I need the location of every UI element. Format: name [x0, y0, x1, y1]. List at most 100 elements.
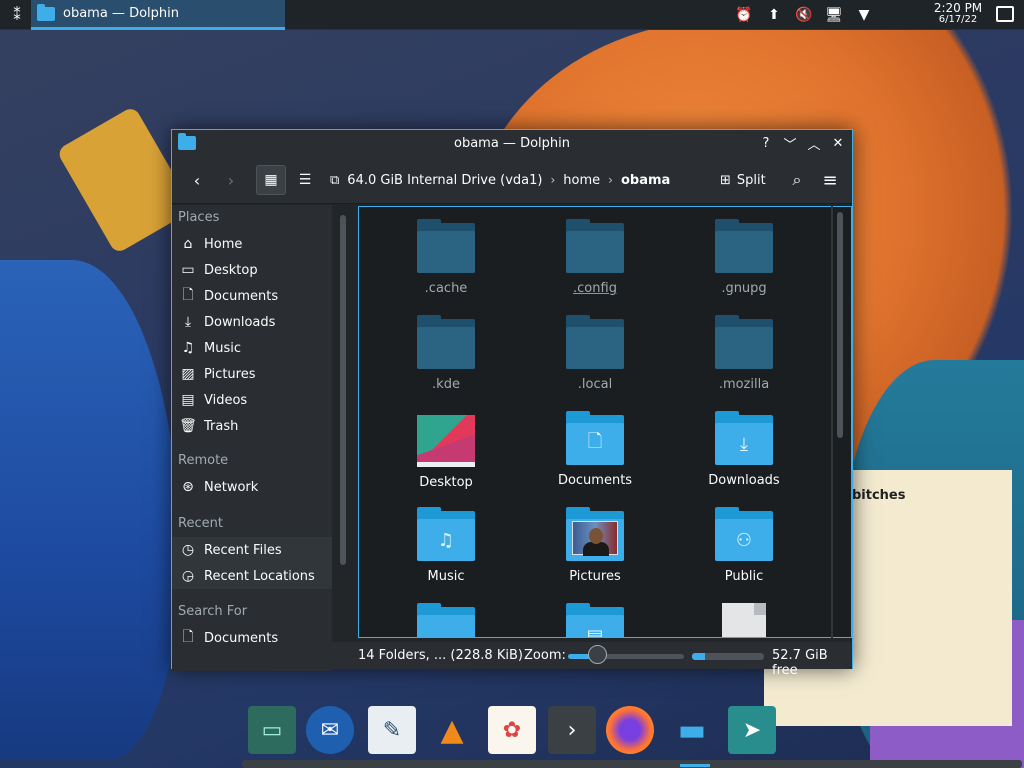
clock[interactable]: 2:20 PM 6/17/22: [926, 1, 990, 25]
file-item[interactable]: [684, 603, 804, 637]
file-item[interactable]: 🗋 Documents: [535, 411, 655, 488]
free-space-bar: [692, 653, 764, 660]
photo-thumbnail: [572, 521, 618, 556]
places-item-network[interactable]: ⊛ Network: [172, 474, 332, 500]
clock-time: 2:20 PM: [933, 1, 983, 15]
chevron-right-icon: ›: [608, 173, 613, 187]
places-item-documents[interactable]: 🗋 Documents: [172, 283, 332, 309]
dolphin-window: obama — Dolphin ? ﹀ ︿ ✕ ‹ › ▦ ☰ ⧉ 64.0 G…: [171, 129, 853, 678]
network-icon[interactable]: 🖥: [824, 5, 844, 25]
alarm-icon[interactable]: ⏰: [734, 5, 754, 25]
titlebar[interactable]: obama — Dolphin ? ﹀ ︿ ✕: [172, 130, 852, 156]
folder-icon: [37, 3, 55, 21]
places-item-label: Documents: [204, 288, 279, 304]
icons-view-icon[interactable]: ▦: [256, 165, 286, 195]
vlc-icon[interactable]: ▲: [428, 706, 476, 754]
places-item-desktop[interactable]: ▭ Desktop: [172, 257, 332, 283]
file-item[interactable]: .gnupg: [684, 219, 804, 296]
places-item-recent-files[interactable]: ◷ Recent Files: [172, 537, 332, 563]
update-icon[interactable]: ⬆: [764, 5, 784, 25]
file-name: .kde: [432, 377, 460, 392]
back-icon[interactable]: ‹: [182, 165, 212, 195]
places-scrollbar[interactable]: [340, 215, 346, 565]
places-item-trash[interactable]: 🗑 Trash: [172, 413, 332, 439]
places-item-label: Trash: [204, 418, 239, 434]
pictures-icon: ▨: [181, 366, 195, 382]
wallpaper-blue-shape: [0, 260, 180, 760]
view-scrollbar-track: [831, 206, 833, 638]
text-editor-icon[interactable]: ✎: [368, 706, 416, 754]
maximize-icon[interactable]: ︿: [806, 134, 822, 153]
hamburger-menu-icon[interactable]: ≡: [816, 165, 844, 195]
text-file-icon: [722, 603, 766, 637]
details-view-icon[interactable]: ☰: [290, 165, 320, 195]
file-item[interactable]: Desktop: [386, 415, 506, 490]
file-item[interactable]: [386, 603, 506, 637]
section-places: Places: [178, 210, 220, 225]
file-item[interactable]: .local: [535, 315, 655, 392]
dolphin-app-icon[interactable]: [178, 133, 196, 150]
file-name: Pictures: [569, 569, 621, 584]
folder-icon: [417, 315, 475, 369]
file-item[interactable]: .kde: [386, 315, 506, 392]
forward-icon[interactable]: ›: [216, 165, 246, 195]
file-item[interactable]: .config: [535, 219, 655, 296]
file-name: Downloads: [708, 473, 780, 488]
places-item-label: Downloads: [204, 314, 276, 330]
places-item-videos[interactable]: ▤ Videos: [172, 387, 332, 413]
view-scrollbar[interactable]: [837, 212, 843, 438]
file-item[interactable]: ♫ Music: [386, 507, 506, 584]
file-item[interactable]: .mozilla: [684, 315, 804, 392]
file-item[interactable]: Pictures: [535, 507, 655, 584]
desktop-thumbnail-icon: [417, 415, 475, 467]
drive-icon[interactable]: ⧉: [330, 173, 339, 188]
places-item-recent-locations[interactable]: ◶ Recent Locations: [172, 563, 332, 589]
trash-icon: 🗑: [179, 418, 197, 434]
breadcrumb-home[interactable]: home: [563, 173, 600, 188]
app-launcher-icon[interactable]: ⁑: [6, 4, 28, 26]
expand-icon[interactable]: ▼: [854, 5, 874, 25]
file-item[interactable]: ⤓ Downloads: [684, 411, 804, 488]
music-icon: ♫: [181, 340, 195, 356]
thunderbird-icon[interactable]: ✉: [306, 706, 354, 754]
volume-muted-icon[interactable]: 🔇: [794, 5, 814, 25]
section-remote: Remote: [178, 453, 229, 468]
show-desktop-icon[interactable]: [996, 6, 1014, 22]
places-item-label: Music: [204, 340, 241, 356]
places-item-music[interactable]: ♫ Music: [172, 335, 332, 361]
minimize-icon[interactable]: ﹀: [782, 134, 798, 153]
folder-icon: [715, 315, 773, 369]
breadcrumb: ⧉ 64.0 GiB Internal Drive (vda1) › home …: [330, 165, 670, 195]
places-item-pictures[interactable]: ▨ Pictures: [172, 361, 332, 387]
places-item-home[interactable]: ⌂ Home: [172, 231, 332, 257]
split-button[interactable]: ⊞ Split: [720, 165, 766, 195]
section-recent: Recent: [178, 516, 223, 531]
file-view[interactable]: .cache .config .gnupg .kde .local .mozil…: [358, 206, 852, 638]
terminal-icon[interactable]: ›: [548, 706, 596, 754]
file-item[interactable]: ▤: [535, 603, 655, 637]
file-name: .config: [573, 281, 617, 296]
places-item-label: Pictures: [204, 366, 256, 382]
file-item[interactable]: ⚇ Public: [684, 507, 804, 584]
status-bar: 14 Folders, ... (228.8 KiB) Zoom: 52.7 G…: [172, 642, 852, 678]
help-icon[interactable]: ?: [758, 134, 774, 152]
file-name: .gnupg: [721, 281, 767, 296]
section-search-for: Search For: [178, 604, 248, 619]
zoom-slider[interactable]: [568, 654, 684, 659]
places-item-downloads[interactable]: ⤓ Downloads: [172, 309, 332, 335]
breadcrumb-drive[interactable]: 64.0 GiB Internal Drive (vda1): [347, 173, 542, 188]
task-title: obama — Dolphin: [63, 6, 179, 21]
places-item-label: Network: [204, 479, 259, 495]
discover-icon[interactable]: ➤: [728, 706, 776, 754]
dolphin-icon[interactable]: ▬: [668, 706, 716, 754]
breadcrumb-current[interactable]: obama: [621, 173, 670, 188]
file-item[interactable]: .cache: [386, 219, 506, 296]
taskbar-task-dolphin[interactable]: obama — Dolphin: [31, 0, 285, 30]
close-icon[interactable]: ✕: [830, 134, 846, 152]
zoom-handle[interactable]: [588, 645, 607, 664]
search-icon[interactable]: ⌕: [784, 165, 810, 195]
firefox-icon[interactable]: [606, 706, 654, 754]
cassette-app-icon[interactable]: ▭: [248, 706, 296, 754]
dock: ▭ ✉ ✎ ▲ ✿ › ▬ ➤: [242, 706, 782, 768]
notes-icon[interactable]: ✿: [488, 706, 536, 754]
